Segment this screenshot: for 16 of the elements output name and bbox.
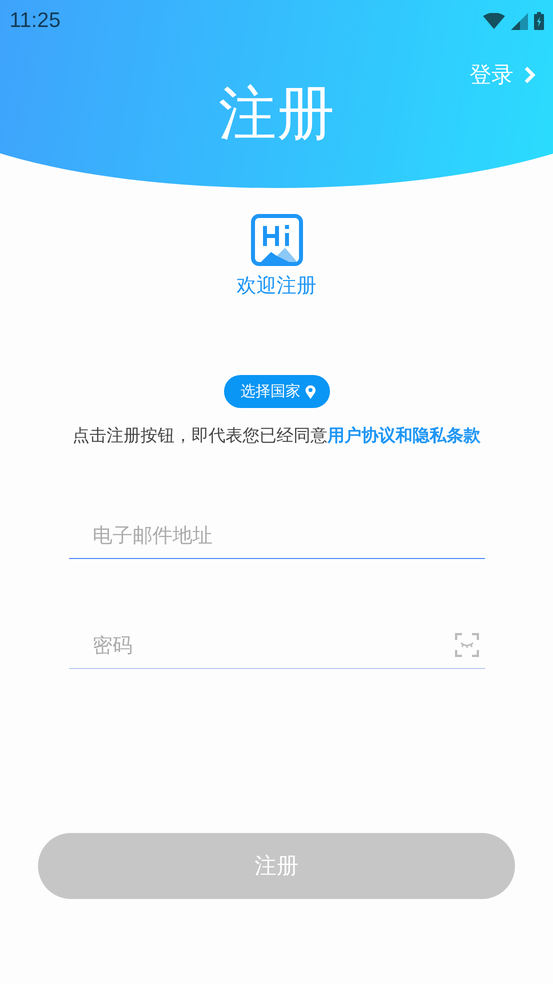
login-link[interactable]: 登录 (470, 60, 536, 90)
agreement-text: 点击注册按钮，即代表您已经同意用户协议和隐私条款 (72, 425, 480, 447)
page-title: 注册 (218, 78, 336, 148)
agreement-link[interactable]: 用户协议和隐私条款 (328, 426, 480, 446)
welcome-caption: 欢迎注册 (236, 272, 316, 299)
password-field[interactable]: 密码 (68, 621, 484, 669)
email-field[interactable]: 电子邮件地址 (68, 511, 484, 559)
battery-icon (534, 12, 544, 30)
country-select-button[interactable]: 选择国家 (224, 375, 330, 408)
eye-closed-icon[interactable] (454, 633, 478, 657)
status-time: 11:25 (10, 9, 60, 33)
chevron-right-icon (524, 66, 536, 84)
wifi-icon (482, 13, 504, 29)
signal-icon (510, 12, 528, 30)
hi-logo-icon (250, 214, 302, 266)
location-pin-icon (304, 384, 316, 398)
